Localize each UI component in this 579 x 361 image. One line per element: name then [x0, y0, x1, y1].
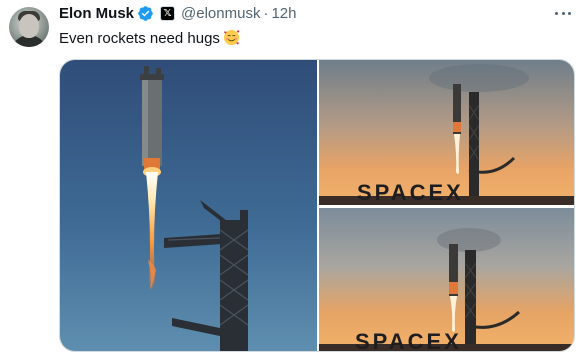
- tweet-text-content: Even rockets need hugs: [59, 30, 220, 47]
- media-image-rocket-tower-sunset-spacex-catch[interactable]: SPACEX: [319, 208, 574, 352]
- tweet-text: Even rockets need hugs: [59, 29, 240, 47]
- media-grid: SPACEX SPACEX: [59, 59, 575, 352]
- smiling-face-with-hearts-emoji-icon: [223, 29, 240, 46]
- tweet-header: Elon Musk 𝕏 @elonmusk · 12h: [59, 3, 296, 23]
- media-image-rocket-tower-sunset-spacex[interactable]: SPACEX: [319, 60, 574, 205]
- spacex-logo-text: SPACEX: [357, 180, 464, 205]
- separator-dot: ·: [263, 4, 269, 22]
- verified-badge-icon[interactable]: [137, 5, 154, 22]
- tweet[interactable]: Elon Musk 𝕏 @elonmusk · 12h Even rockets…: [0, 0, 579, 361]
- avatar[interactable]: [9, 7, 49, 47]
- timestamp[interactable]: 12h: [271, 5, 296, 22]
- x-affiliate-badge-icon[interactable]: 𝕏: [160, 5, 176, 21]
- author-name[interactable]: Elon Musk: [59, 5, 134, 22]
- media-image-rocket-tower-closeup[interactable]: [60, 60, 317, 351]
- more-options-icon[interactable]: [553, 6, 573, 20]
- author-handle[interactable]: @elonmusk: [181, 5, 260, 22]
- spacex-logo-text: SPACEX: [355, 329, 462, 352]
